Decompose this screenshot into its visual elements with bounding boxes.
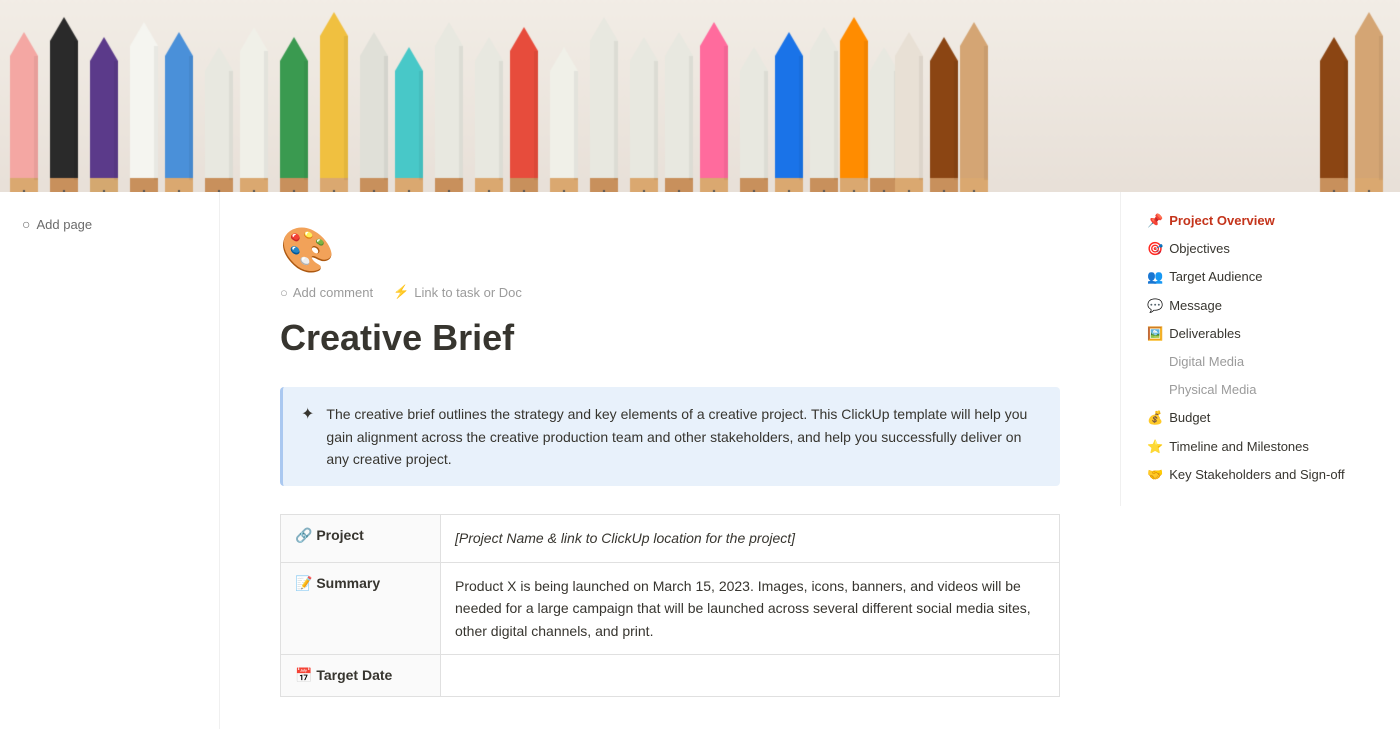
- callout-icon: ✦: [301, 404, 314, 424]
- toc-label: Deliverables: [1169, 325, 1241, 343]
- table-value-cell: [441, 654, 1060, 696]
- toc-icon: 👥: [1147, 268, 1163, 286]
- link-icon: ⚡: [393, 284, 409, 300]
- callout-text: The creative brief outlines the strategy…: [326, 403, 1042, 470]
- add-page-label: Add page: [36, 217, 92, 232]
- table-label-cell: 📝 Summary: [281, 562, 441, 654]
- toc-label: Objectives: [1169, 240, 1230, 258]
- header-banner: [0, 0, 1400, 192]
- callout-box: ✦ The creative brief outlines the strate…: [280, 387, 1060, 486]
- toc-label: Budget: [1169, 409, 1210, 427]
- comment-icon: ○: [280, 285, 288, 300]
- toc-icon: ⭐: [1147, 438, 1163, 456]
- add-comment-button[interactable]: ○ Add comment: [280, 285, 373, 300]
- add-comment-label: Add comment: [293, 285, 373, 300]
- label-icon: 🔗: [295, 527, 312, 543]
- toc-item-message[interactable]: 💬 Message: [1141, 293, 1380, 319]
- label-text: Target Date: [316, 667, 392, 683]
- toc-icon: 💰: [1147, 409, 1163, 427]
- toc-item-budget[interactable]: 💰 Budget: [1141, 405, 1380, 431]
- table-row: 📅 Target Date: [281, 654, 1060, 696]
- toc-label: Timeline and Milestones: [1169, 438, 1309, 456]
- page-emoji: 🎨: [280, 224, 1060, 276]
- left-sidebar: ○ Add page: [0, 192, 220, 729]
- toc-icon: 🖼️: [1147, 325, 1163, 343]
- toc-label: Target Audience: [1169, 268, 1262, 286]
- page-title: Creative Brief: [280, 316, 1060, 359]
- table-value-cell: [Project Name & link to ClickUp location…: [441, 515, 1060, 562]
- toc-item-objectives[interactable]: 🎯 Objectives: [1141, 236, 1380, 262]
- link-to-task-button[interactable]: ⚡ Link to task or Doc: [393, 284, 522, 300]
- toc-item-digital-media[interactable]: Digital Media: [1141, 349, 1380, 375]
- table-label-cell: 🔗 Project: [281, 515, 441, 562]
- page-actions: ○ Add comment ⚡ Link to task or Doc: [280, 284, 1060, 300]
- toc-label: Key Stakeholders and Sign-off: [1169, 466, 1344, 484]
- add-page-icon: ○: [22, 216, 30, 232]
- label-icon: 📝: [295, 575, 312, 591]
- toc-item-timeline-and-milestones[interactable]: ⭐ Timeline and Milestones: [1141, 434, 1380, 460]
- toc-label: Message: [1169, 297, 1222, 315]
- toc-icon: 📌: [1147, 212, 1163, 230]
- table-row: 📝 SummaryProduct X is being launched on …: [281, 562, 1060, 654]
- toc-item-physical-media[interactable]: Physical Media: [1141, 377, 1380, 403]
- table-label-cell: 📅 Target Date: [281, 654, 441, 696]
- info-table: 🔗 Project[Project Name & link to ClickUp…: [280, 514, 1060, 697]
- toc-label: Physical Media: [1169, 381, 1256, 399]
- main-content: 🎨 ○ Add comment ⚡ Link to task or Doc Cr…: [220, 192, 1120, 729]
- toc-item-key-stakeholders-and-sign-off[interactable]: 🤝 Key Stakeholders and Sign-off: [1141, 462, 1380, 488]
- toc-list: 📌 Project Overview 🎯 Objectives 👥 Target Audi…: [1141, 208, 1380, 488]
- table-value-cell: Product X is being launched on March 15,…: [441, 562, 1060, 654]
- toc-icon: 🤝: [1147, 466, 1163, 484]
- toc-item-target-audience[interactable]: 👥 Target Audience: [1141, 264, 1380, 290]
- toc-label: Digital Media: [1169, 353, 1244, 371]
- link-to-task-label: Link to task or Doc: [414, 285, 522, 300]
- toc-icon: 🎯: [1147, 240, 1163, 258]
- toc-icon: 💬: [1147, 297, 1163, 315]
- toc-label: Project Overview: [1169, 212, 1275, 230]
- label-text: Summary: [316, 575, 380, 591]
- table-row: 🔗 Project[Project Name & link to ClickUp…: [281, 515, 1060, 562]
- label-text: Project: [316, 527, 363, 543]
- toc-item-deliverables[interactable]: 🖼️ Deliverables: [1141, 321, 1380, 347]
- label-icon: 📅: [295, 667, 312, 683]
- add-page-button[interactable]: ○ Add page: [16, 212, 203, 236]
- right-sidebar: 📌 Project Overview 🎯 Objectives 👥 Target Audi…: [1120, 192, 1400, 506]
- toc-item-project-overview[interactable]: 📌 Project Overview: [1141, 208, 1380, 234]
